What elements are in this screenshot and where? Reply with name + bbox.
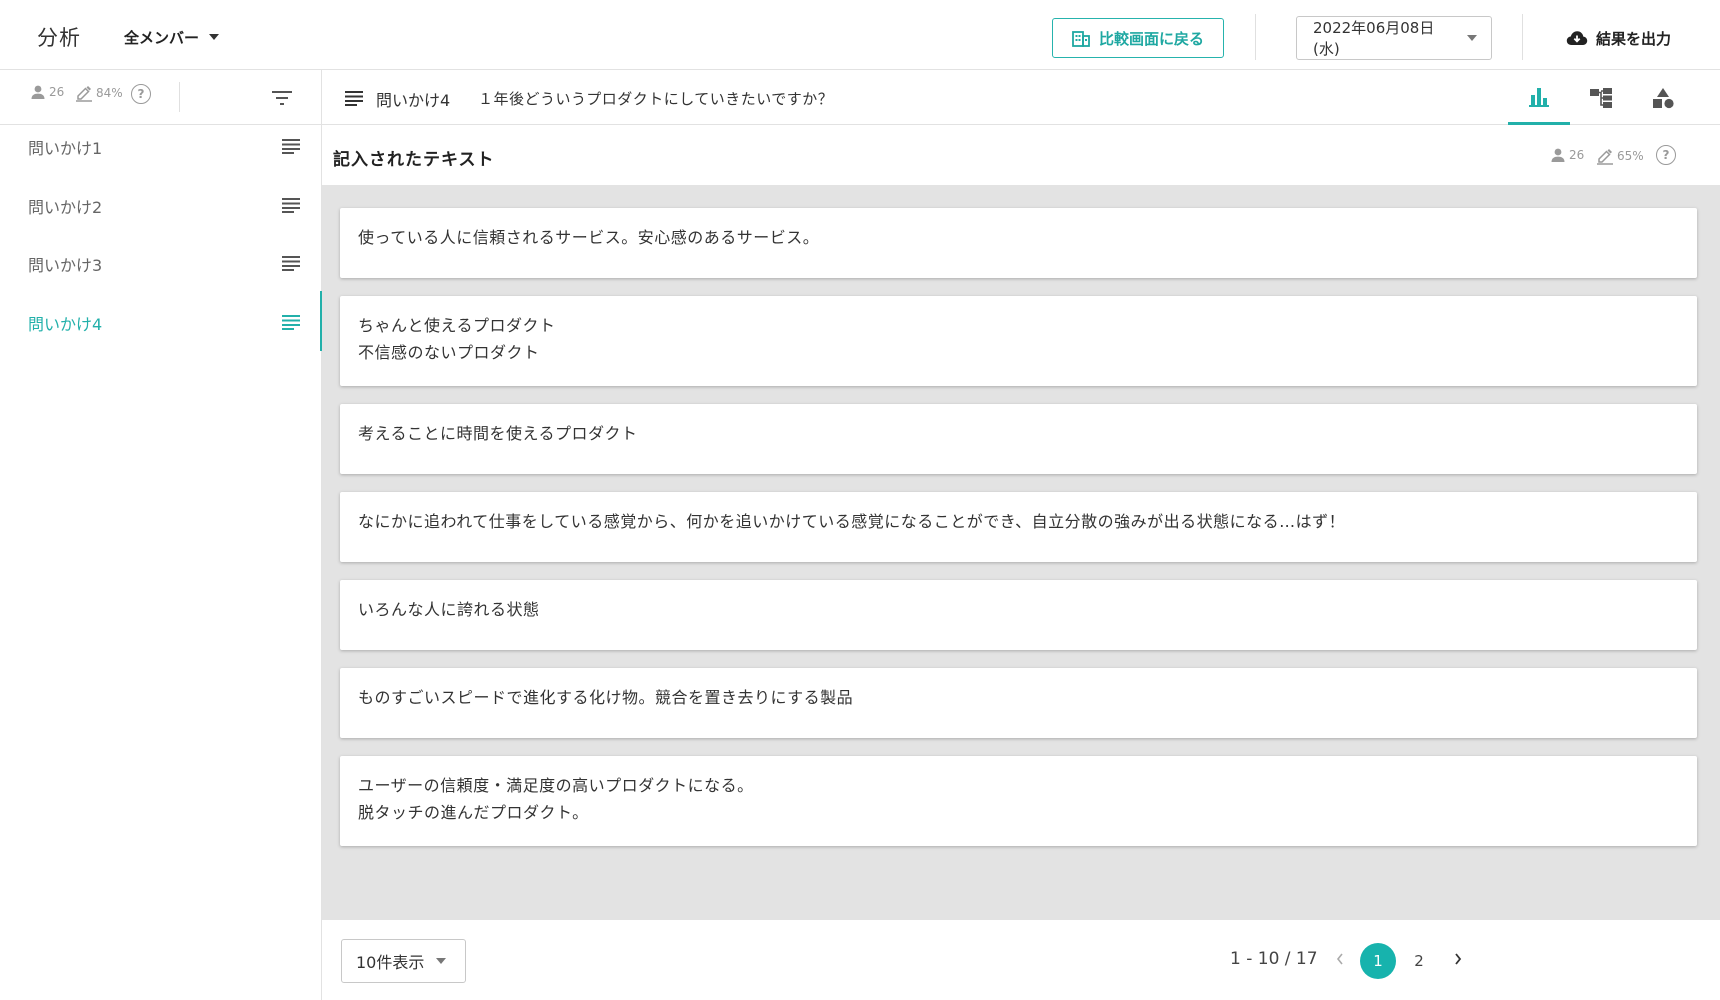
sidebar-toolbar: 26 84% ? bbox=[0, 70, 321, 125]
sidebar-item-question-2[interactable]: 問いかけ2 bbox=[0, 180, 322, 232]
sidebar-item-question-4[interactable]: 問いかけ4 bbox=[0, 291, 323, 351]
question-title: 問いかけ4 bbox=[376, 91, 451, 110]
answer-text: いろんな人に誇れる状態 bbox=[358, 600, 540, 619]
page-1-button[interactable]: 1 bbox=[1360, 943, 1396, 979]
answer-card: ちゃんと使えるプロダクト 不信感のないプロダクト bbox=[340, 296, 1697, 386]
help-icon[interactable]: ? bbox=[131, 84, 151, 104]
page-2-button[interactable]: 2 bbox=[1401, 943, 1437, 979]
response-rate: 84% bbox=[75, 84, 123, 102]
bar-chart-icon bbox=[1529, 88, 1549, 107]
tree-diagram-icon bbox=[1590, 87, 1612, 108]
answer-text: ユーザーの信頼度・満足度の高いプロダクトになる。 bbox=[358, 776, 754, 795]
pen-icon bbox=[76, 86, 92, 102]
member-filter-dropdown[interactable]: 全メンバー bbox=[124, 26, 220, 48]
back-to-compare-label: 比較画面に戻る bbox=[1098, 29, 1204, 48]
caret-down-icon bbox=[1467, 35, 1477, 41]
top-header: 分析 全メンバー 比較画面に戻る 2022年06月08日(水) 結果を出力 bbox=[0, 0, 1720, 70]
date-value: 2022年06月08日(水) bbox=[1313, 19, 1435, 58]
sidebar-item-label: 問いかけ2 bbox=[28, 198, 103, 217]
answer-text: 不信感のないプロダクト bbox=[358, 343, 540, 362]
answer-card: ユーザーの信頼度・満足度の高いプロダクトになる。 脱タッチの進んだプロダクト。 bbox=[340, 756, 1697, 846]
sidebar-item-label: 問いかけ3 bbox=[28, 256, 103, 275]
per-page-value: 10件表示 bbox=[356, 953, 425, 972]
tab-shapes[interactable] bbox=[1632, 70, 1694, 125]
cloud-download-icon bbox=[1566, 31, 1588, 45]
answer-card: いろんな人に誇れる状態 bbox=[340, 580, 1697, 650]
respondent-count: 26 bbox=[30, 84, 64, 100]
section-respondent-count: 26 bbox=[1550, 147, 1584, 163]
text-question-icon bbox=[282, 198, 300, 213]
back-to-compare-button[interactable]: 比較画面に戻る bbox=[1052, 18, 1224, 58]
text-question-icon bbox=[345, 91, 363, 106]
section-response-rate-value: 65% bbox=[1617, 149, 1644, 163]
shapes-icon bbox=[1653, 87, 1674, 108]
question-sidebar: 26 84% ? 問いかけ1 問いかけ2 問いかけ3 問いかけ4 bbox=[0, 70, 323, 1000]
answer-card: 考えることに時間を使えるプロダクト bbox=[340, 404, 1697, 474]
prev-page-button[interactable] bbox=[1327, 946, 1353, 972]
question-header: 問いかけ4 １年後どういうプロダクトにしていきたいですか？ bbox=[322, 70, 1720, 125]
tab-bar-chart[interactable] bbox=[1508, 70, 1570, 125]
person-icon bbox=[1551, 148, 1565, 162]
sidebar-item-question-1[interactable]: 問いかけ1 bbox=[0, 121, 322, 173]
building-icon bbox=[1072, 31, 1090, 47]
filter-icon[interactable] bbox=[270, 88, 294, 108]
respondent-count-value: 26 bbox=[49, 85, 65, 99]
header-divider bbox=[1522, 14, 1523, 60]
tab-tree-diagram[interactable] bbox=[1570, 70, 1632, 125]
section-respondent-count-value: 26 bbox=[1569, 148, 1585, 162]
sidebar-item-question-3[interactable]: 問いかけ3 bbox=[0, 238, 322, 290]
sidebar-item-label: 問いかけ1 bbox=[28, 139, 103, 158]
header-divider bbox=[1255, 14, 1256, 60]
answer-text: 使っている人に信頼されるサービス。安心感のあるサービス。 bbox=[358, 228, 820, 247]
answer-card: 使っている人に信頼されるサービス。安心感のあるサービス。 bbox=[340, 208, 1697, 278]
member-filter-label: 全メンバー bbox=[124, 28, 200, 47]
answer-text: 考えることに時間を使えるプロダクト bbox=[358, 424, 638, 443]
section-title: 記入されたテキスト bbox=[333, 150, 495, 170]
text-section-bar: 記入されたテキスト 26 65% ? bbox=[322, 125, 1720, 185]
sidebar-item-label: 問いかけ4 bbox=[28, 315, 103, 334]
answer-card: ものすごいスピードで進化する化け物。競合を置き去りにする製品 bbox=[340, 668, 1697, 738]
person-icon bbox=[31, 85, 45, 99]
answer-text: なにかに追われて仕事をしている感覚から、何かを追いかけている感覚になることができ… bbox=[358, 512, 1346, 531]
main-panel: 問いかけ4 １年後どういうプロダクトにしていきたいですか？ 記入されたテキスト bbox=[322, 70, 1720, 1000]
pen-icon bbox=[1597, 149, 1613, 165]
text-question-icon bbox=[282, 256, 300, 271]
chevron-right-icon bbox=[1455, 953, 1462, 965]
pagination-range: 1 - 10 / 17 bbox=[1230, 949, 1318, 969]
per-page-dropdown[interactable]: 10件表示 bbox=[341, 939, 466, 983]
toolbar-divider bbox=[179, 82, 180, 112]
answer-text: 脱タッチの進んだプロダクト。 bbox=[358, 803, 589, 822]
caret-down-icon bbox=[209, 34, 220, 40]
answer-text: ものすごいスピードで進化する化け物。競合を置き去りにする製品 bbox=[358, 688, 854, 707]
caret-down-icon bbox=[436, 958, 447, 964]
text-question-icon bbox=[282, 315, 300, 330]
section-response-rate: 65% bbox=[1596, 147, 1644, 165]
pagination-footer: 10件表示 1 - 10 / 17 1 2 bbox=[322, 920, 1720, 1000]
chevron-left-icon bbox=[1336, 953, 1343, 965]
response-rate-value: 84% bbox=[96, 86, 123, 100]
export-results-button[interactable]: 結果を出力 bbox=[1566, 26, 1671, 50]
next-page-button[interactable] bbox=[1445, 946, 1471, 972]
answer-text: ちゃんと使えるプロダクト bbox=[358, 316, 556, 335]
help-icon[interactable]: ? bbox=[1656, 145, 1676, 165]
date-dropdown[interactable]: 2022年06月08日(水) bbox=[1296, 16, 1492, 60]
text-question-icon bbox=[282, 139, 300, 154]
answer-card: なにかに追われて仕事をしている感覚から、何かを追いかけている感覚になることができ… bbox=[340, 492, 1697, 562]
answer-list: 使っている人に信頼されるサービス。安心感のあるサービス。 ちゃんと使えるプロダクト… bbox=[340, 208, 1697, 864]
export-results-label: 結果を出力 bbox=[1596, 29, 1672, 48]
question-text: １年後どういうプロダクトにしていきたいですか？ bbox=[478, 90, 834, 108]
page-title: 分析 bbox=[37, 26, 81, 50]
